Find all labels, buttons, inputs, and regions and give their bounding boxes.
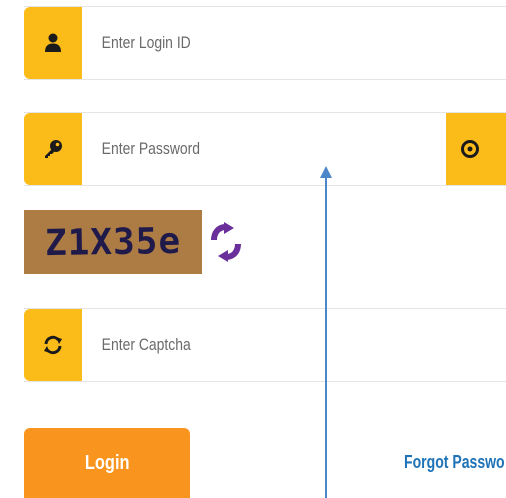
- login-button-label: Login: [84, 451, 130, 474]
- password-field-wrap: [82, 113, 446, 185]
- captcha-field-wrap: [82, 309, 506, 381]
- annotation-arrow-icon: [320, 166, 332, 498]
- sync-icon: [44, 335, 62, 355]
- password-toggle-button[interactable]: [446, 113, 506, 185]
- password-input[interactable]: [100, 138, 384, 160]
- captcha-text: Z1X35e: [44, 220, 182, 264]
- captcha-addon: [24, 309, 82, 381]
- captcha-row: Z1X35e: [24, 210, 248, 274]
- user-icon: [45, 33, 61, 52]
- login-button[interactable]: Login: [24, 428, 190, 498]
- key-icon: [45, 140, 62, 158]
- password-addon: [24, 113, 82, 185]
- forgot-password-link[interactable]: Forgot Passwo: [404, 452, 505, 473]
- captcha-input[interactable]: [100, 334, 433, 356]
- password-group: [24, 112, 506, 186]
- login-id-addon: [24, 7, 82, 79]
- captcha-refresh-button[interactable]: [204, 210, 248, 274]
- login-id-field-wrap: [82, 7, 506, 79]
- captcha-image: Z1X35e: [24, 210, 202, 274]
- captcha-group: [24, 308, 506, 382]
- login-id-input[interactable]: [100, 32, 433, 54]
- refresh-icon: [211, 222, 241, 262]
- login-id-group: [24, 6, 506, 80]
- eye-icon: [461, 140, 479, 158]
